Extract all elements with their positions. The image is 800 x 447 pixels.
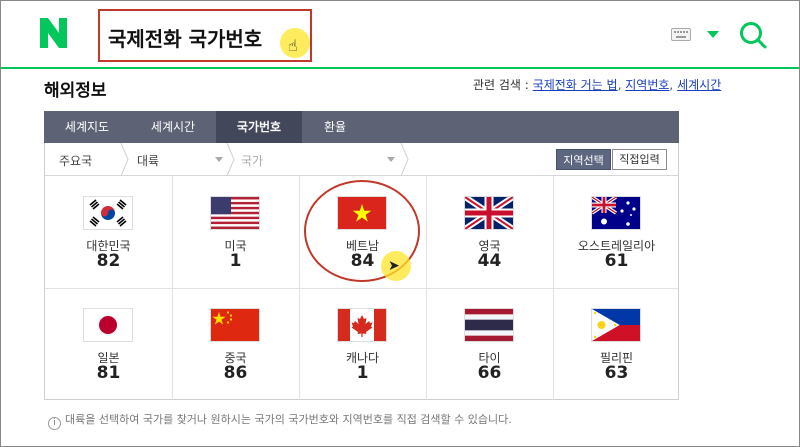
dropdown-arrow-icon[interactable] <box>707 31 719 38</box>
country-code: 61 <box>604 251 629 271</box>
korea-flag-icon <box>83 196 133 230</box>
australia-flag-icon <box>591 196 641 230</box>
crumb-major-countries[interactable]: 주요국 <box>59 152 92 169</box>
related-link-area-code[interactable]: 지역번호 <box>625 78 669 92</box>
thailand-flag-icon <box>464 308 514 342</box>
country-code: 82 <box>96 251 121 271</box>
japan-flag-icon <box>83 308 133 342</box>
tab-country-code[interactable]: 국가번호 <box>216 111 302 143</box>
country-select[interactable]: 국가 <box>241 152 263 169</box>
search-icon[interactable] <box>738 20 768 50</box>
country-code: 1 <box>229 251 242 271</box>
related-link-call-guide[interactable]: 국제전화 거는 법 <box>533 78 618 92</box>
country-code: 66 <box>477 363 502 383</box>
direct-input-button[interactable]: 직접입력 <box>612 149 667 170</box>
country-cell-canada[interactable]: 캐나다 1 <box>299 288 426 400</box>
country-cell-australia[interactable]: 오스트레일리아 61 <box>553 176 680 288</box>
china-flag-icon <box>210 308 260 342</box>
help-notice: i 대륙을 선택하여 국가를 찾거나 원하시는 국가의 국가번호와 지역번호를 직… <box>48 411 512 430</box>
continent-dropdown-icon[interactable] <box>215 157 223 162</box>
tab-world-time[interactable]: 세계시간 <box>130 111 216 143</box>
country-code: 86 <box>223 363 248 383</box>
help-notice-text: 대륙을 선택하여 국가를 찾거나 원하시는 국가의 국가번호와 지역번호를 직접… <box>65 413 512 426</box>
country-cell-uk[interactable]: 영국 44 <box>426 176 553 288</box>
country-cell-philippines[interactable]: 필리핀 63 <box>553 288 680 400</box>
header-bar: 국제전화 국가번호 <box>0 0 800 69</box>
country-cell-china[interactable]: 중국 86 <box>172 288 299 400</box>
naver-logo-icon[interactable] <box>40 18 67 48</box>
related-search-label: 관련 검색 : <box>473 78 529 92</box>
keyboard-icon[interactable] <box>671 28 691 41</box>
search-input-value: 국제전화 국가번호 <box>108 27 263 51</box>
country-dropdown-icon[interactable] <box>387 157 395 162</box>
filter-bar: 주요국 대륙 국가 지역선택 직접입력 <box>44 143 679 176</box>
canada-flag-icon <box>337 308 387 342</box>
page-title: 해외정보 <box>44 81 107 101</box>
chevron-right-icon <box>226 143 235 176</box>
pointer-cursor-icon: ➤ <box>388 258 400 274</box>
country-code: 44 <box>477 251 502 271</box>
philippines-flag-icon <box>591 308 641 342</box>
info-tabbar: 세계지도 세계시간 국가번호 환율 <box>44 111 679 143</box>
related-link-world-time[interactable]: 세계시간 <box>677 78 721 92</box>
related-search: 관련 검색 : 국제전화 거는 법, 지역번호, 세계시간 <box>473 78 722 92</box>
search-input[interactable]: 국제전화 국가번호 <box>98 9 312 62</box>
tab-exchange-rate[interactable]: 환율 <box>302 111 368 143</box>
info-icon: i <box>48 417 61 430</box>
uk-flag-icon <box>464 196 514 230</box>
country-cell-japan[interactable]: 일본 81 <box>45 288 172 400</box>
hand-cursor-icon: ☝ <box>288 36 298 55</box>
country-code: 63 <box>604 363 629 383</box>
country-cell-thailand[interactable]: 타이 66 <box>426 288 553 400</box>
country-cell-usa[interactable]: 미국 1 <box>172 176 299 288</box>
chevron-right-icon <box>120 143 129 176</box>
country-cell-korea[interactable]: 대한민국 82 <box>45 176 172 288</box>
country-code: 81 <box>96 363 121 383</box>
usa-flag-icon <box>210 196 260 230</box>
continent-select[interactable]: 대륙 <box>137 152 159 169</box>
tab-world-map[interactable]: 세계지도 <box>44 111 130 143</box>
chevron-right-icon <box>400 143 409 176</box>
region-select-button[interactable]: 지역선택 <box>556 149 611 170</box>
country-code: 1 <box>356 363 369 383</box>
